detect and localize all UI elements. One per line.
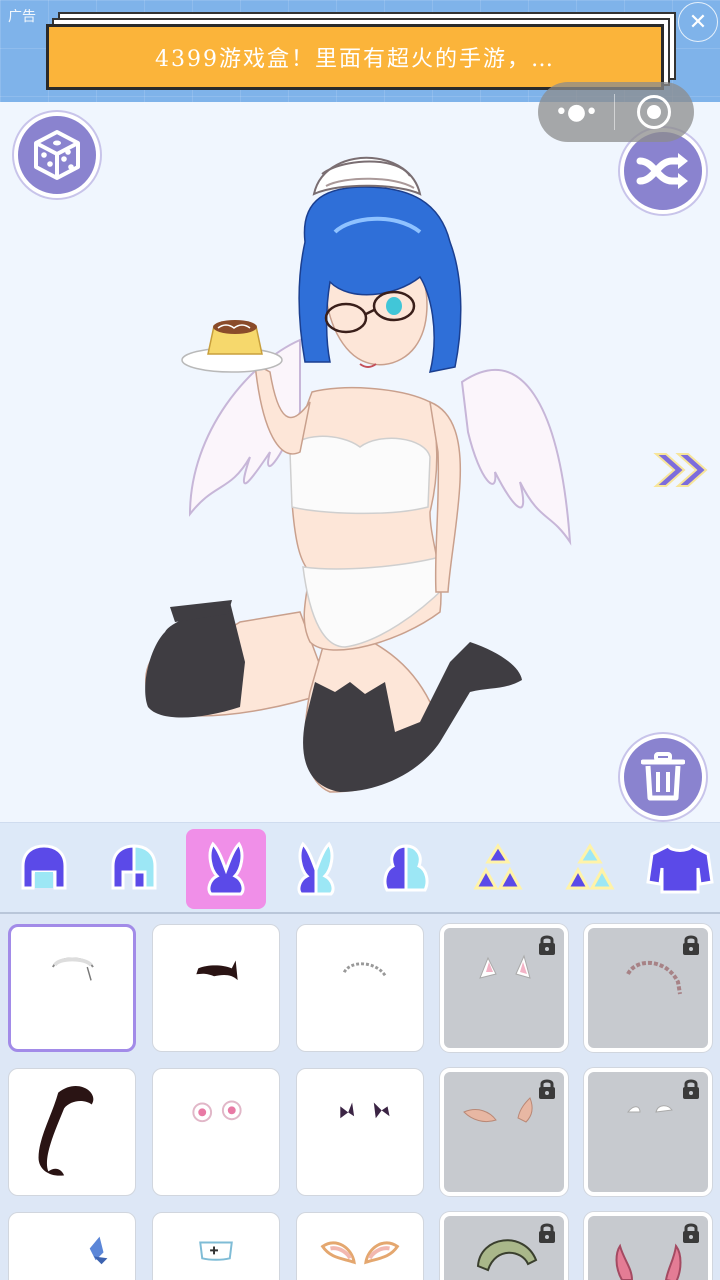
item-frilled-headband[interactable] (584, 924, 712, 1052)
ad-text: 4399游戏盒！里面有超火的手游，… (155, 47, 555, 72)
item-white-cat-ears[interactable] (440, 924, 568, 1052)
miniprogram-capsule: •●• (538, 82, 694, 142)
double-chevron-right-icon[interactable] (652, 450, 712, 490)
item-black-cat-ears[interactable] (152, 924, 280, 1052)
category-tabs (0, 822, 720, 914)
head (298, 186, 462, 373)
item-nurse-cap[interactable] (152, 1212, 280, 1280)
hair-front-icon[interactable] (4, 829, 84, 909)
half-hair-icon[interactable] (366, 829, 446, 909)
lock-icon (683, 935, 699, 955)
hair-back-icon[interactable] (94, 829, 174, 909)
item-green-headdress[interactable] (440, 1212, 568, 1280)
ad-card[interactable]: 4399游戏盒！里面有超火的手游，… (46, 24, 664, 90)
triangle-cluster-icon[interactable] (458, 829, 538, 909)
item-pink-horns[interactable] (584, 1212, 712, 1280)
item-blue-bow[interactable] (8, 1212, 136, 1280)
target-icon[interactable] (615, 82, 693, 142)
bunny-ears-icon[interactable] (186, 829, 266, 909)
lock-icon (683, 1223, 699, 1243)
character-stage (0, 102, 720, 822)
item-black-antenna[interactable] (8, 1068, 136, 1196)
more-dots-icon[interactable]: •●• (538, 82, 614, 142)
triangle-cluster-alt-icon[interactable] (550, 829, 630, 909)
lock-icon (539, 1079, 555, 1099)
item-elf-ears[interactable] (440, 1068, 568, 1196)
sweater-icon[interactable] (640, 829, 720, 909)
item-small-wings[interactable] (584, 1068, 712, 1196)
dice-icon[interactable] (14, 112, 100, 198)
pudding-plate (181, 320, 283, 373)
ad-tag: 广告 (8, 9, 36, 25)
lock-icon (539, 935, 555, 955)
item-pink-fluffy-ears[interactable] (152, 1068, 280, 1196)
item-maid-headband[interactable] (8, 924, 136, 1052)
item-fox-ears[interactable] (296, 1212, 424, 1280)
item-purple-bows[interactable] (296, 1068, 424, 1196)
lock-icon (683, 1079, 699, 1099)
bunny-ears-alt-icon[interactable] (276, 829, 356, 909)
trash-icon[interactable] (620, 734, 706, 820)
item-grid (0, 914, 720, 1280)
item-lace-headband[interactable] (296, 924, 424, 1052)
close-icon[interactable]: ✕ (678, 2, 718, 42)
character-illustration (145, 156, 572, 793)
lock-icon (539, 1223, 555, 1243)
